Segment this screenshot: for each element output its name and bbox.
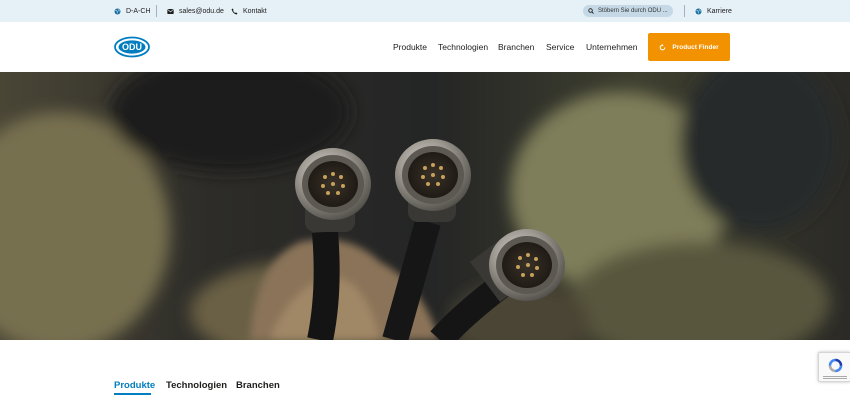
search-input[interactable]: Stöbern Sie durch ODU ... <box>583 5 673 17</box>
nav-item-unternehmen[interactable]: Unternehmen <box>586 22 638 72</box>
odu-logo[interactable]: ODU <box>114 36 150 58</box>
recaptcha-icon <box>828 358 843 373</box>
tab-branchen[interactable]: Branchen <box>236 380 280 391</box>
hero-connector-illustration <box>0 72 850 340</box>
nav-item-technologien[interactable]: Technologien <box>438 22 488 72</box>
nav-item-branchen[interactable]: Branchen <box>498 22 534 72</box>
hero-image <box>0 72 850 340</box>
nav-label: Service <box>546 42 575 52</box>
region-selector[interactable]: D-A-CH <box>114 0 151 22</box>
career-link[interactable]: Karriere <box>695 0 732 22</box>
active-tab-indicator <box>114 393 151 395</box>
refresh-icon <box>660 43 666 50</box>
product-tabs: Produkte Technologien Branchen <box>0 340 850 406</box>
top-utility-bar: D-A-CH sales@odu.de Kontakt Stöbern Sie … <box>0 0 850 22</box>
nav-label: Technologien <box>438 42 489 52</box>
nav-label: Produkte <box>393 42 428 52</box>
globe-icon <box>114 7 121 15</box>
email-label: sales@odu.de <box>179 7 224 15</box>
product-finder-label: Product Finder <box>672 43 719 51</box>
main-header: ODU Produkte Technologien Branchen Servi… <box>0 22 850 72</box>
nav-label: Branchen <box>498 42 535 52</box>
contact-label: Kontakt <box>243 7 267 15</box>
contact-link[interactable]: Kontakt <box>231 0 267 22</box>
page: D-A-CH sales@odu.de Kontakt Stöbern Sie … <box>0 0 850 406</box>
search-icon <box>588 8 594 14</box>
tab-technologien[interactable]: Technologien <box>166 380 227 391</box>
tab-produkte[interactable]: Produkte <box>114 380 155 391</box>
envelope-icon <box>167 8 174 14</box>
nav-item-produkte[interactable]: Produkte <box>393 22 427 72</box>
career-label: Karriere <box>707 7 732 15</box>
email-link[interactable]: sales@odu.de <box>167 0 224 22</box>
recaptcha-badge[interactable] <box>818 352 850 382</box>
topbar-divider <box>156 5 157 17</box>
nav-label: Unternehmen <box>586 42 638 52</box>
topbar-divider <box>684 5 685 17</box>
logo-text: ODU <box>122 42 142 52</box>
product-finder-button[interactable]: Product Finder <box>648 33 730 61</box>
phone-icon <box>231 8 238 14</box>
region-label: D-A-CH <box>126 7 151 15</box>
search-placeholder: Stöbern Sie durch ODU ... <box>598 8 668 14</box>
nav-item-service[interactable]: Service <box>546 22 574 72</box>
recaptcha-legal-lines <box>823 376 847 380</box>
globe-icon <box>695 7 702 15</box>
